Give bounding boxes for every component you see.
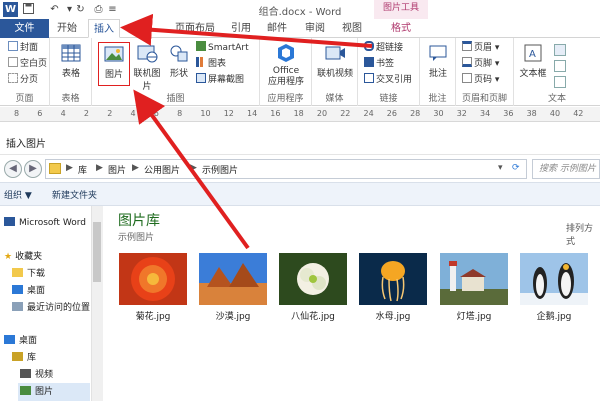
annotation-arrows (120, 13, 373, 250)
arrow-to-picture-button (133, 89, 250, 250)
arrow-to-insert-tab (120, 13, 373, 48)
